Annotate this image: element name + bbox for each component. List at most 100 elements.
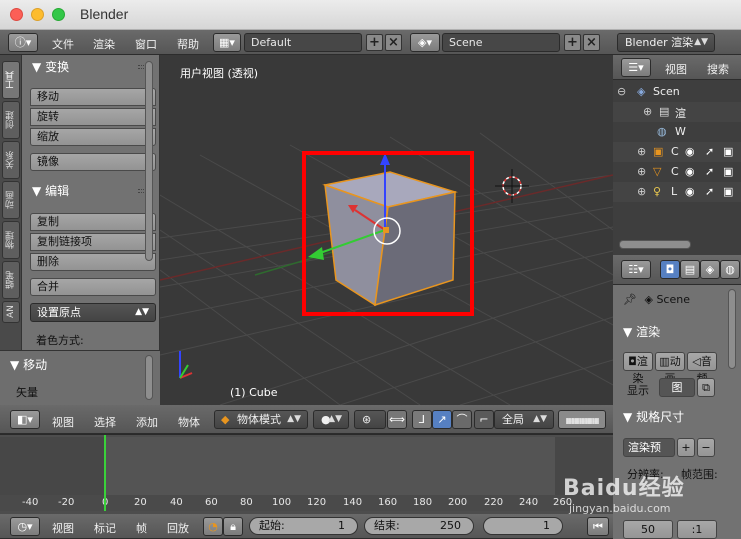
render-image-button[interactable]: ◘渲染 bbox=[623, 352, 653, 385]
cursor-icon[interactable]: ➚ bbox=[705, 145, 714, 158]
cursor-icon[interactable]: ➚ bbox=[705, 185, 714, 198]
set-origin-dropdown[interactable]: 设置原点 ▲▼ bbox=[30, 303, 156, 322]
resolution-percentage-field[interactable]: 50 bbox=[623, 520, 673, 539]
current-frame-marker[interactable] bbox=[104, 435, 106, 511]
outliner-row[interactable]: ⊖ ◈ Scen bbox=[613, 82, 741, 102]
3d-viewport[interactable]: 用户视图 (透视) (1) Cube bbox=[160, 55, 613, 405]
3d-cursor-icon[interactable] bbox=[495, 169, 529, 203]
outliner-row[interactable]: ⊕ ▽ C ◉ ➚ ▣ bbox=[613, 162, 741, 182]
shading-dropdown[interactable]: ● ▲▼ bbox=[313, 410, 349, 429]
add-scene-button[interactable]: + bbox=[564, 34, 581, 51]
editor-type-button[interactable]: ◧▾ bbox=[10, 410, 40, 429]
tab-tools[interactable]: 工具 bbox=[2, 61, 20, 99]
pin-icon[interactable]: 📌︎ bbox=[623, 293, 637, 306]
render-camera-icon[interactable]: ▣ bbox=[723, 185, 733, 198]
render-layers-tab[interactable]: ▤ bbox=[680, 260, 700, 279]
scene-field[interactable]: Scene bbox=[442, 33, 560, 52]
outliner-row[interactable]: ◍ W bbox=[613, 122, 741, 142]
edit-panel-header[interactable]: ▼ 编辑 bbox=[26, 181, 154, 201]
tab-create[interactable]: 创建 bbox=[2, 101, 20, 139]
menu-add[interactable]: 添加 bbox=[136, 414, 158, 430]
display-dropdown[interactable]: 图 bbox=[659, 378, 695, 397]
cube-object[interactable] bbox=[322, 171, 458, 307]
transform-orientation-dropdown[interactable]: 全局 ▲▼ bbox=[494, 410, 554, 429]
scene-tab[interactable]: ◈ bbox=[700, 260, 720, 279]
menu-render[interactable]: 渲染 bbox=[93, 36, 115, 52]
scene-selector-button[interactable]: ◈▾ bbox=[410, 33, 440, 52]
mode-dropdown[interactable]: ◆ 物体模式 ▲▼ bbox=[214, 410, 308, 429]
outliner[interactable]: ⊖ ◈ Scen ⊕ ▤ 渲 ◍ W ⊕ ▣ C ◉ ➚ ▣ ⊕ ▽ C ◉ ➚… bbox=[613, 80, 741, 255]
menu-help[interactable]: 帮助 bbox=[177, 36, 199, 52]
delete-button[interactable]: 删除 bbox=[30, 253, 156, 271]
timeline-editor-type-button[interactable]: ◷▾ bbox=[10, 517, 40, 536]
timeline-track[interactable] bbox=[0, 437, 613, 495]
screen-layout-button[interactable]: ▦▾ bbox=[213, 33, 241, 52]
expand-icon[interactable]: ⊕ bbox=[637, 185, 646, 198]
tab-an[interactable]: AN bbox=[2, 301, 20, 323]
properties-editor-type-button[interactable]: ☷▾ bbox=[621, 260, 651, 279]
render-camera-icon[interactable]: ▣ bbox=[723, 165, 733, 178]
layers-grid[interactable]: ▦▦▦▦▦ bbox=[558, 410, 606, 429]
world-tab[interactable]: ◍ bbox=[720, 260, 740, 279]
tab-physics[interactable]: 物理 bbox=[2, 221, 20, 259]
remove-scene-button[interactable]: × bbox=[583, 34, 600, 51]
keying-button[interactable]: ◔ bbox=[203, 517, 223, 536]
outliner-row[interactable]: ⊕ ▤ 渲 bbox=[613, 102, 741, 122]
expand-icon[interactable]: ⊕ bbox=[637, 145, 646, 158]
render-camera-icon[interactable]: ▣ bbox=[723, 145, 733, 158]
translate-manipulator-button[interactable]: ⅃ bbox=[412, 410, 432, 429]
render-panel-header[interactable]: ▼ 渲染 bbox=[623, 323, 660, 340]
duplicate-linked-button[interactable]: 复制链接项 bbox=[30, 233, 156, 251]
translate-button[interactable]: 移动 bbox=[30, 88, 156, 106]
operator-panel-header[interactable]: ▼ 移动 bbox=[10, 356, 47, 373]
jump-start-button[interactable]: ⏮ bbox=[587, 517, 609, 536]
render-tab[interactable]: ◘ bbox=[660, 260, 680, 279]
add-layout-button[interactable]: + bbox=[366, 34, 383, 51]
join-button[interactable]: 合并 bbox=[30, 278, 156, 296]
orientation-icon-button[interactable]: ⌐ bbox=[474, 410, 494, 429]
eye-icon[interactable]: ◉ bbox=[685, 185, 695, 198]
properties-scrollbar[interactable] bbox=[728, 289, 736, 369]
manipulator-toggle[interactable]: ⟺ bbox=[387, 410, 407, 429]
render-engine-dropdown[interactable]: Blender 渲染 ▲▼ bbox=[617, 33, 715, 52]
outliner-row[interactable]: ⊕ ♀ L ◉ ➚ ▣ bbox=[613, 182, 741, 202]
menu-select[interactable]: 选择 bbox=[94, 414, 116, 430]
rotate-button[interactable]: 旋转 bbox=[30, 108, 156, 126]
minimize-window-button[interactable] bbox=[31, 8, 44, 21]
outliner-scrollbar[interactable] bbox=[619, 240, 691, 249]
lock-button[interactable]: 🔒︎ bbox=[223, 517, 243, 536]
rotate-manipulator-button[interactable]: ↗ bbox=[432, 410, 452, 429]
add-preset-button[interactable]: + bbox=[677, 438, 695, 457]
collapse-icon[interactable]: ⊖ bbox=[617, 85, 626, 98]
remove-layout-button[interactable]: × bbox=[385, 34, 402, 51]
outliner-editor-type-button[interactable]: ☰▾ bbox=[621, 58, 651, 77]
duplicate-button[interactable]: 复制 bbox=[30, 213, 156, 231]
maximize-window-button[interactable] bbox=[52, 8, 65, 21]
screen-layout-field[interactable]: Default bbox=[244, 33, 362, 52]
tab-animation[interactable]: 动画 bbox=[2, 181, 20, 219]
info-editor-type-button[interactable]: ⓘ▾ bbox=[8, 33, 38, 52]
cursor-icon[interactable]: ➚ bbox=[705, 165, 714, 178]
mirror-button[interactable]: 镜像 bbox=[30, 153, 156, 171]
remove-preset-button[interactable]: − bbox=[697, 438, 715, 457]
menu-view[interactable]: 视图 bbox=[665, 61, 687, 77]
start-frame-field[interactable]: 起始: 1 bbox=[249, 517, 358, 535]
scale-manipulator-button[interactable]: ⌒ bbox=[452, 410, 472, 429]
eye-icon[interactable]: ◉ bbox=[685, 165, 695, 178]
timeline-ruler[interactable]: -40 -20 0 20 40 60 80 100 120 140 160 18… bbox=[0, 495, 613, 511]
close-window-button[interactable] bbox=[10, 8, 23, 21]
render-animation-button[interactable]: ▥动画 bbox=[655, 352, 685, 385]
menu-marker[interactable]: 标记 bbox=[94, 520, 116, 536]
tab-relations[interactable]: 关系 bbox=[2, 141, 20, 179]
menu-object[interactable]: 物体 bbox=[178, 414, 200, 430]
tool-shelf-scrollbar[interactable] bbox=[145, 61, 153, 261]
eye-icon[interactable]: ◉ bbox=[685, 145, 695, 158]
menu-view[interactable]: 视图 bbox=[52, 520, 74, 536]
menu-playback[interactable]: 回放 bbox=[167, 520, 189, 536]
render-audio-button[interactable]: ◁音频 bbox=[687, 352, 717, 385]
render-preset-dropdown[interactable]: 渲染预 bbox=[623, 438, 675, 457]
end-frame-field[interactable]: 结束: 250 bbox=[364, 517, 474, 535]
timeline-editor[interactable]: -40 -20 0 20 40 60 80 100 120 140 160 18… bbox=[0, 434, 613, 514]
outliner-row[interactable]: ⊕ ▣ C ◉ ➚ ▣ bbox=[613, 142, 741, 162]
current-frame-field[interactable]: 1 bbox=[483, 517, 563, 535]
